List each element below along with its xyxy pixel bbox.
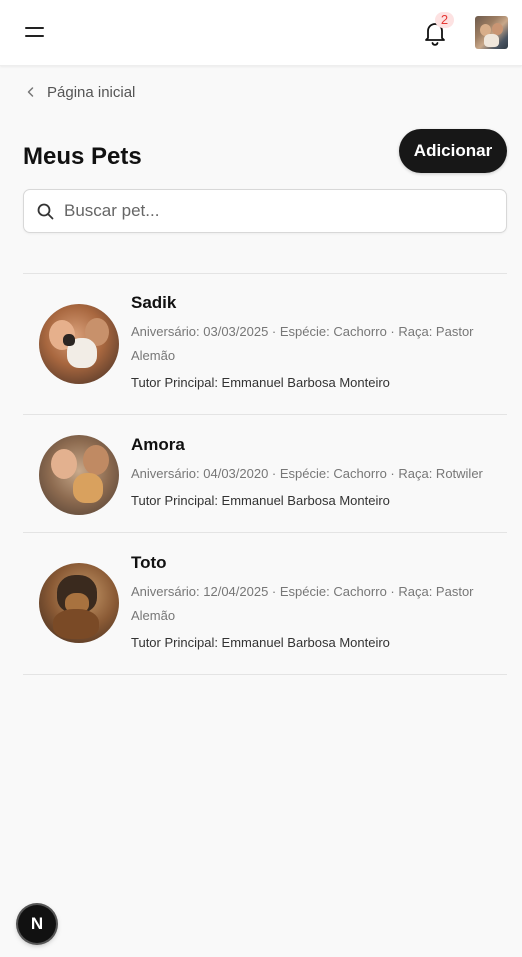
pet-list-item[interactable]: Sadik Aniversário: 03/03/2025 · Espécie:… xyxy=(23,274,507,415)
pet-info: Toto Aniversário: 12/04/2025 · Espécie: … xyxy=(131,553,491,651)
photo-dog-body xyxy=(53,609,99,639)
photo-dog xyxy=(73,473,103,503)
search-icon xyxy=(37,203,54,220)
avatar-dog xyxy=(484,34,499,47)
pet-list-item[interactable]: Amora Aniversário: 04/03/2020 · Espécie:… xyxy=(23,415,507,533)
pet-details: Aniversário: 03/03/2025 · Espécie: Cacho… xyxy=(131,324,474,363)
menu-icon-line-top xyxy=(25,27,44,29)
page-title: Meus Pets xyxy=(23,143,142,170)
breadcrumb-label: Página inicial xyxy=(47,83,136,101)
photo-person-right xyxy=(83,445,109,475)
pet-tutor: Tutor Principal: Emmanuel Barbosa Montei… xyxy=(131,493,390,508)
pet-details: Aniversário: 04/03/2020 · Espécie: Cacho… xyxy=(131,466,483,481)
pet-photo xyxy=(39,435,119,515)
pet-tutor: Tutor Principal: Emmanuel Barbosa Montei… xyxy=(131,375,390,390)
pet-tutor: Tutor Principal: Emmanuel Barbosa Montei… xyxy=(131,635,390,650)
user-avatar[interactable] xyxy=(475,16,508,49)
pet-details: Aniversário: 12/04/2025 · Espécie: Cacho… xyxy=(131,584,474,623)
search-input[interactable] xyxy=(64,190,494,232)
breadcrumb-home-link[interactable]: Página inicial xyxy=(24,82,135,102)
chevron-left-icon xyxy=(27,87,34,97)
notification-count-badge: 2 xyxy=(435,12,454,28)
pet-list-item[interactable]: Toto Aniversário: 12/04/2025 · Espécie: … xyxy=(23,533,507,675)
search-box xyxy=(23,189,507,233)
pet-name: Toto xyxy=(131,553,167,572)
top-bar: 2 xyxy=(0,0,522,66)
photo-person-left xyxy=(51,449,77,479)
pet-name: Amora xyxy=(131,435,185,454)
nextjs-dev-indicator-button[interactable]: N xyxy=(18,905,56,943)
pet-info: Amora Aniversário: 04/03/2020 · Espécie:… xyxy=(131,435,491,509)
add-pet-button[interactable]: Adicionar xyxy=(399,129,507,173)
menu-button[interactable] xyxy=(22,20,48,44)
pet-list: Sadik Aniversário: 03/03/2025 · Espécie:… xyxy=(23,273,507,675)
pet-photo xyxy=(39,304,119,384)
pet-photo xyxy=(39,563,119,643)
pet-info: Sadik Aniversário: 03/03/2025 · Espécie:… xyxy=(131,293,491,391)
photo-dog-ear xyxy=(63,334,75,346)
menu-icon-line-bottom xyxy=(25,35,44,37)
pet-name: Sadik xyxy=(131,293,177,312)
